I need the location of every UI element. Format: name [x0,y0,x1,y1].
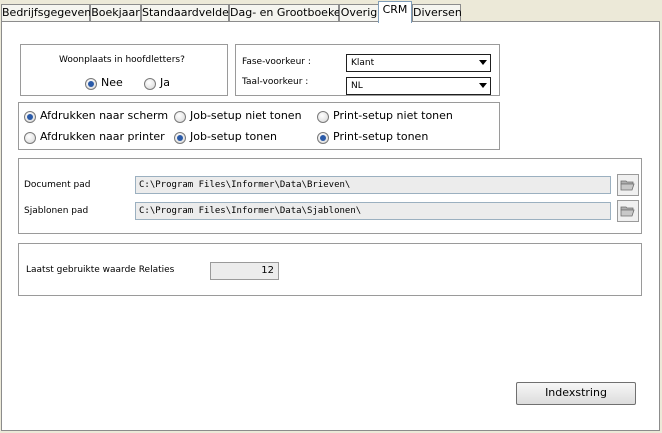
sjablonen-pad-label: Sjablonen pad [24,206,89,216]
chevron-down-icon [479,83,487,88]
tab-crm[interactable]: CRM [378,1,412,23]
print-setup-tonen-label: Print-setup tonen [333,130,429,143]
print-options-group: Afdrukken naar scherm Job-setup niet ton… [18,102,500,150]
woonplaats-nee-label: Nee [101,76,123,89]
woonplaats-ja-label: Ja [160,76,170,89]
tab-dag-en-grootboeken[interactable]: Dag- en Grootboeken [229,4,348,22]
paths-group: Document pad C:\Program Files\Informer\D… [18,158,642,234]
sjablonen-pad-browse-button[interactable] [617,200,639,222]
taal-voorkeur-label: Taal-voorkeur : [242,77,309,87]
tab-standaardvelden[interactable]: Standaardvelden [141,4,236,22]
voorkeur-group: Fase-voorkeur : Klant Taal-voorkeur : NL [235,44,500,96]
print-setup-niet-tonen-label: Print-setup niet tonen [333,109,453,122]
woonplaats-group: Woonplaats in hoofdletters? Nee Ja [20,44,228,96]
fase-voorkeur-value: Klant [351,58,375,68]
tab-overig[interactable]: Overig [339,4,379,22]
woonplaats-title: Woonplaats in hoofdletters? [59,55,185,65]
laatst-gebruikte-value[interactable]: 12 [210,262,279,280]
folder-open-icon [620,180,635,191]
job-setup-niet-tonen-label: Job-setup niet tonen [190,109,302,122]
sjablonen-pad-input[interactable]: C:\Program Files\Informer\Data\Sjablonen… [135,202,611,220]
laatst-gebruikte-label: Laatst gebruikte waarde Relaties [26,265,175,275]
taal-voorkeur-select[interactable]: NL [346,77,491,95]
afdrukken-printer-label: Afdrukken naar printer [40,130,165,143]
afdrukken-printer-radio[interactable] [24,132,36,144]
document-pad-input[interactable]: C:\Program Files\Informer\Data\Brieven\ [135,176,611,194]
tab-boekjaar[interactable]: Boekjaar [90,4,141,22]
job-setup-niet-tonen-radio[interactable] [174,111,186,123]
afdrukken-scherm-radio[interactable] [24,111,36,123]
document-pad-browse-button[interactable] [617,174,639,196]
laatst-gebruikte-group: Laatst gebruikte waarde Relaties 12 [18,243,642,296]
tab-diversen[interactable]: Diversen [412,4,462,22]
folder-open-icon [620,206,635,217]
job-setup-tonen-radio[interactable] [174,132,186,144]
tab-bar: Bedrijfsgegevens Boekjaar Standaardvelde… [0,0,662,23]
document-pad-label: Document pad [24,180,91,190]
tab-bedrijfsgegevens[interactable]: Bedrijfsgegevens [1,4,97,22]
woonplaats-nee-radio[interactable] [85,78,97,90]
fase-voorkeur-label: Fase-voorkeur : [242,57,311,67]
taal-voorkeur-value: NL [351,81,363,91]
print-setup-niet-tonen-radio[interactable] [317,111,329,123]
afdrukken-scherm-label: Afdrukken naar scherm [40,109,169,122]
woonplaats-ja-radio[interactable] [144,78,156,90]
print-setup-tonen-radio[interactable] [317,132,329,144]
chevron-down-icon [479,60,487,65]
job-setup-tonen-label: Job-setup tonen [190,130,277,143]
fase-voorkeur-select[interactable]: Klant [346,54,491,72]
indexstring-button[interactable]: Indexstring [516,382,636,405]
